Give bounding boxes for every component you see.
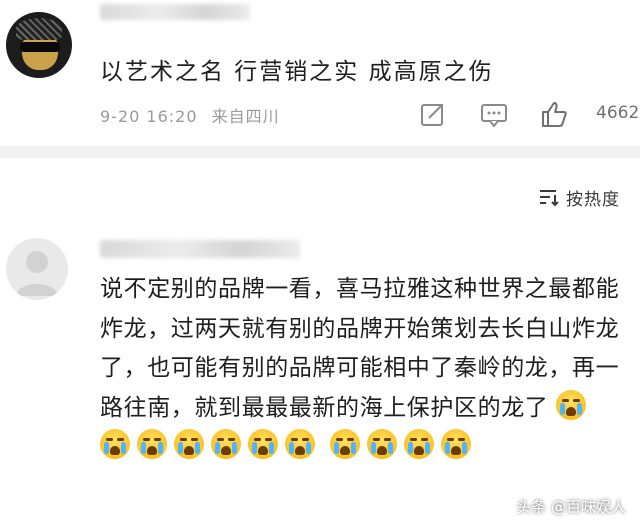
crying-emoji [329, 429, 360, 459]
comment-text: 以艺术之名 行营销之实 成高原之伤 [100, 59, 494, 85]
default-avatar-icon [16, 251, 58, 296]
like-count: 4662 [596, 103, 640, 123]
comment-text-2: 说不定别的品牌一看，喜马拉雅这种世界之最都能炸龙，过两天就有别的品牌开始策划去长… [100, 270, 630, 468]
crying-emoji [211, 429, 241, 459]
avatar[interactable] [6, 12, 72, 78]
avatar-hair [16, 18, 62, 40]
watermark: 头条 @百味娱人 [516, 498, 626, 516]
crying-emoji [285, 429, 315, 459]
comment-source: 来自四川 [211, 107, 280, 126]
crying-emoji [100, 429, 130, 459]
avatar-sunglasses [20, 42, 60, 52]
section-divider [0, 146, 640, 158]
sort-icon[interactable] [538, 187, 560, 207]
avatar[interactable] [6, 238, 68, 300]
crying-emoji [248, 429, 278, 459]
comment-time: 9-20 16:20 [100, 107, 198, 126]
crying-emoji [366, 429, 397, 459]
sort-label: 按热度 [566, 190, 620, 210]
reply-icon[interactable] [480, 103, 508, 127]
crying-emoji [440, 429, 471, 459]
crying-emoji [137, 429, 167, 459]
crying-emoji [403, 429, 434, 459]
crying-emoji-row-2 [329, 429, 478, 460]
like-icon[interactable] [540, 100, 568, 128]
comment-meta: 9-20 16:20 来自四川 [100, 103, 280, 127]
blurred-username [100, 240, 300, 258]
blurred-username [100, 4, 250, 20]
sort-button[interactable]: 按热度 [566, 185, 620, 210]
crying-emoji [556, 389, 587, 420]
crying-emoji [174, 429, 204, 459]
comment-body: 说不定别的品牌一看，喜马拉雅这种世界之最都能炸龙，过两天就有别的品牌开始策划去长… [100, 276, 620, 421]
share-icon[interactable] [420, 101, 446, 127]
